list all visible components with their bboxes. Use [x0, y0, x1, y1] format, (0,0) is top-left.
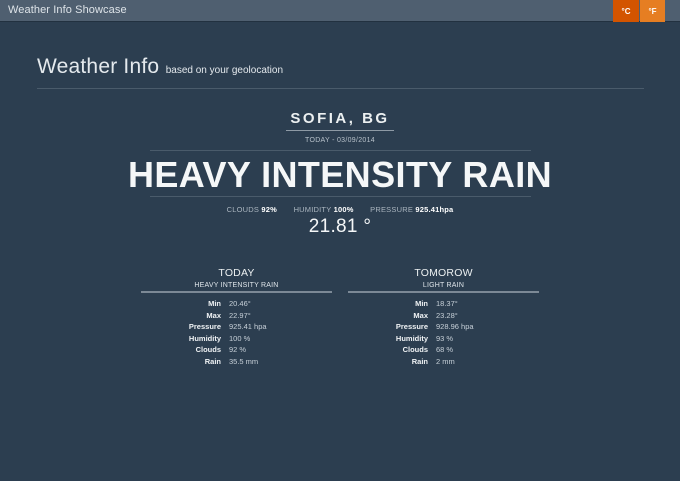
current-metrics: CLOUDS 92% HUMIDITY 100% PRESSURE 925.41…: [0, 205, 680, 214]
row-label: Clouds: [195, 345, 221, 355]
city-block: SOFIA, BG: [0, 110, 680, 131]
forecast-condition: LIGHT RAIN: [348, 282, 539, 293]
fahrenheit-button[interactable]: °F: [640, 0, 665, 22]
row-label: Rain: [204, 356, 221, 366]
row-value: 92 %: [229, 345, 247, 355]
page-heading: Weather Info based on your geolocation: [37, 55, 283, 79]
row-label: Pressure: [188, 322, 221, 332]
table-row: Humidity 100 %: [141, 333, 332, 345]
row-label: Pressure: [395, 322, 428, 332]
condition-divider: [150, 196, 531, 197]
row-label: Max: [413, 310, 428, 320]
table-row: Min 18.37°: [348, 298, 539, 310]
celsius-button[interactable]: °C: [613, 0, 639, 22]
forecast-table: Min 18.37° Max 23.28° Pressure 928.96 hp…: [348, 298, 539, 367]
humidity-value: 100%: [333, 205, 354, 214]
row-label: Max: [206, 310, 221, 320]
table-row: Min 20.46°: [141, 298, 332, 310]
forecast-today: TODAY HEAVY INTENSITY RAIN Min 20.46° Ma…: [141, 267, 332, 367]
current-date: TODAY - 03/09/2014: [305, 137, 375, 144]
table-row: Rain 2 mm: [348, 356, 539, 368]
table-row: Pressure 928.96 hpa: [348, 321, 539, 333]
row-label: Humidity: [395, 333, 428, 343]
forecast-title: TODAY: [218, 267, 255, 279]
row-value: 35.5 mm: [229, 356, 259, 366]
pressure-label: PRESSURE: [370, 205, 414, 214]
row-label: Clouds: [402, 345, 428, 355]
row-value: 22.97°: [229, 310, 251, 320]
clouds-label: CLOUDS: [226, 205, 260, 214]
row-value: 928.96 hpa: [436, 322, 474, 332]
forecast-title: TOMOROW: [414, 267, 473, 279]
table-row: Max 23.28°: [348, 310, 539, 322]
page-subtitle: based on your geolocation: [165, 65, 284, 76]
row-value: 23.28°: [436, 310, 458, 320]
row-value: 925.41 hpa: [229, 322, 267, 332]
app-title: Weather Info Showcase: [8, 4, 127, 16]
heading-divider: [37, 88, 644, 89]
row-value: 18.37°: [436, 299, 458, 309]
current-condition: HEAVY INTENSITY RAIN: [127, 154, 553, 195]
table-row: Rain 35.5 mm: [141, 356, 332, 368]
forecast-tomorrow: TOMOROW LIGHT RAIN Min 18.37° Max 23.28°…: [348, 267, 539, 367]
row-value: 93 %: [436, 333, 454, 343]
top-bar: Weather Info Showcase °C °F: [0, 0, 680, 22]
humidity-label: HUMIDITY: [293, 205, 332, 214]
table-row: Clouds 92 %: [141, 344, 332, 356]
pressure-value: 925.41hpa: [415, 205, 454, 214]
row-label: Humidity: [188, 333, 221, 343]
forecast-table: Min 20.46° Max 22.97° Pressure 925.41 hp…: [141, 298, 332, 367]
row-value: 68 %: [436, 345, 454, 355]
row-label: Rain: [411, 356, 428, 366]
forecast-condition: HEAVY INTENSITY RAIN: [141, 282, 332, 293]
row-value: 20.46°: [229, 299, 251, 309]
table-row: Pressure 925.41 hpa: [141, 321, 332, 333]
date-divider: [150, 150, 531, 151]
table-row: Humidity 93 %: [348, 333, 539, 345]
row-label: Min: [208, 299, 221, 309]
row-label: Min: [415, 299, 428, 309]
row-value: 100 %: [229, 333, 251, 343]
table-row: Clouds 68 %: [348, 344, 539, 356]
current-temperature: 21.81 °: [308, 216, 372, 237]
city-name: SOFIA, BG: [286, 110, 394, 131]
row-value: 2 mm: [436, 356, 455, 366]
page-title: Weather Info: [37, 55, 160, 78]
clouds-value: 92%: [261, 205, 277, 214]
table-row: Max 22.97°: [141, 310, 332, 322]
